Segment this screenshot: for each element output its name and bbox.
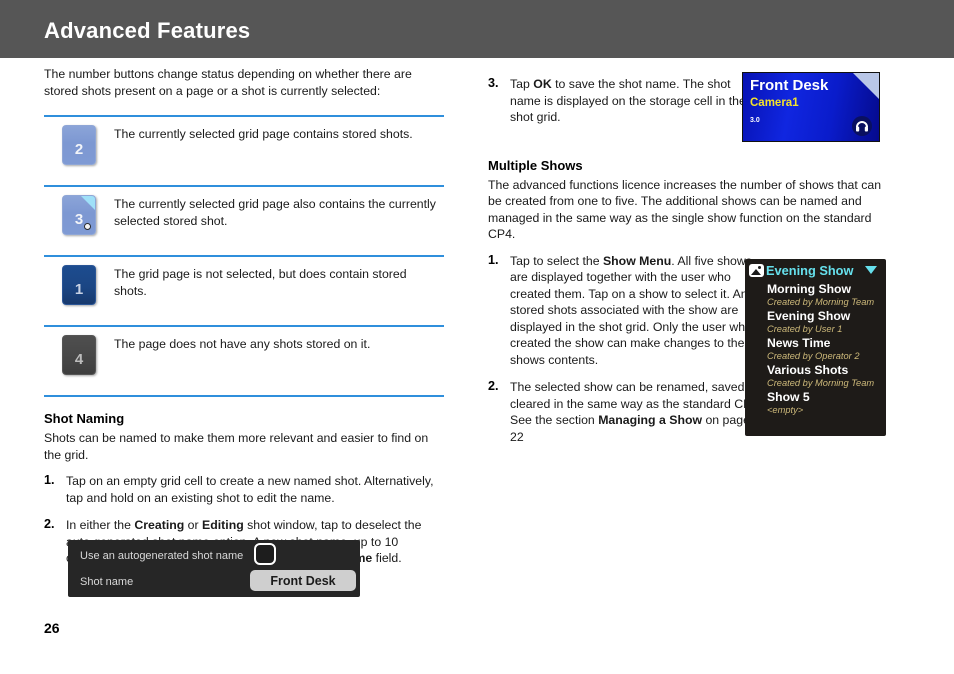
multiple-shows-heading: Multiple Shows [488,157,583,173]
number-button-cell: 3 [44,194,114,235]
show-menu-item[interactable]: News Time Created by Operator 2 [745,336,886,363]
page-number: 26 [44,620,60,636]
left-column: The number buttons change status dependi… [44,66,444,578]
show-menu-item-name: Show 5 [767,390,810,404]
number-button-cell: 4 [44,334,114,375]
show-menu-dropdown[interactable]: Evening Show Morning Show Created by Morn… [745,259,886,436]
autogenerate-checkbox[interactable] [254,543,276,565]
table-row-description: The page does not have any shots stored … [114,337,371,351]
selected-corner-indicator [853,73,879,99]
list-item-text: The selected show can be renamed, saved … [510,380,762,444]
show-menu-item-creator: <empty> [767,405,804,415]
list-item-text: Tap on an empty grid cell to create a ne… [66,474,434,505]
table-row: 3 The currently selected grid page also c… [44,187,444,255]
shot-cell-title: Front Desk [750,77,829,94]
page-header-bar: Advanced Features [0,0,954,58]
table-row: 2 The currently selected grid page contai… [44,117,444,185]
show-menu-item[interactable]: Morning Show Created by Morning Team [745,282,886,309]
table-row: 4 The page does not have any shots stored… [44,327,444,395]
shot-name-label: Shot name [80,576,134,588]
show-menu-selected: Evening Show [766,263,854,278]
number-button-cell: 1 [44,264,114,305]
table-row-description: The currently selected grid page contain… [114,127,413,141]
list-item-text: Tap OK to save the shot name. The shot n… [510,77,746,124]
show-menu-item-name: Various Shots [767,363,849,377]
show-menu-item-name: Evening Show [767,309,851,323]
shot-name-dialog: Use an autogenerated shot name Shot name… [68,540,360,597]
show-menu-item[interactable]: Evening Show Created by User 1 [745,309,886,336]
table-row-description: The grid page is not selected, but does … [114,267,407,298]
show-menu-item-name: Morning Show [767,282,851,296]
show-menu-item-name: News Time [767,336,831,350]
number-button-2[interactable]: 2 [62,125,96,165]
status-table: 2 The currently selected grid page contai… [44,115,444,397]
number-button-1[interactable]: 1 [62,265,96,305]
list-item: 1. Tap on an empty grid cell to create a … [44,473,444,506]
chevron-down-icon[interactable] [865,266,877,274]
picture-icon [749,264,764,277]
show-menu-item[interactable]: Show 5 <empty> [745,390,886,417]
number-button-3[interactable]: 3 [62,195,96,235]
page-title: Advanced Features [44,18,251,43]
shot-naming-intro: Shots can be named to make them more rel… [44,431,429,462]
shot-cell-version: 3.0 [750,117,760,124]
list-item-number: 1. [488,252,499,267]
list-item-number: 2. [44,517,55,531]
list-item-number: 2. [488,379,499,393]
show-menu-header[interactable]: Evening Show [745,259,886,282]
table-divider [44,395,444,397]
show-menu-item-creator: Created by User 1 [767,324,843,334]
shot-naming-heading: Shot Naming [44,411,125,426]
show-menu-item-creator: Created by Morning Team [767,378,875,388]
intro-paragraph: The number buttons change status dependi… [44,67,412,98]
table-row-description: The currently selected grid page also co… [114,197,436,228]
show-menu-item-creator: Created by Morning Team [767,297,875,307]
autogenerate-label: Use an autogenerated shot name [80,550,244,562]
selected-shot-dot-icon [84,223,91,230]
number-button-cell: 2 [44,124,114,165]
list-item-number: 1. [44,473,55,487]
show-menu-item-creator: Created by Operator 2 [767,351,860,361]
headphone-icon [852,116,872,136]
multiple-shows-intro: The advanced functions licence increases… [488,177,882,242]
list-item-text: Tap to select the Show Menu. All five sh… [510,253,754,367]
shot-cell-camera: Camera1 [750,97,799,109]
shot-cell-preview: Front Desk Camera1 3.0 [742,72,880,142]
show-menu-item[interactable]: Various Shots Created by Morning Team [745,363,886,390]
corner-fold-icon [81,196,95,210]
number-button-4[interactable]: 4 [62,335,96,375]
list-item-number: 3. [488,76,499,90]
table-row: 1 The grid page is not selected, but does… [44,257,444,325]
shot-name-input[interactable]: Front Desk [250,570,356,591]
